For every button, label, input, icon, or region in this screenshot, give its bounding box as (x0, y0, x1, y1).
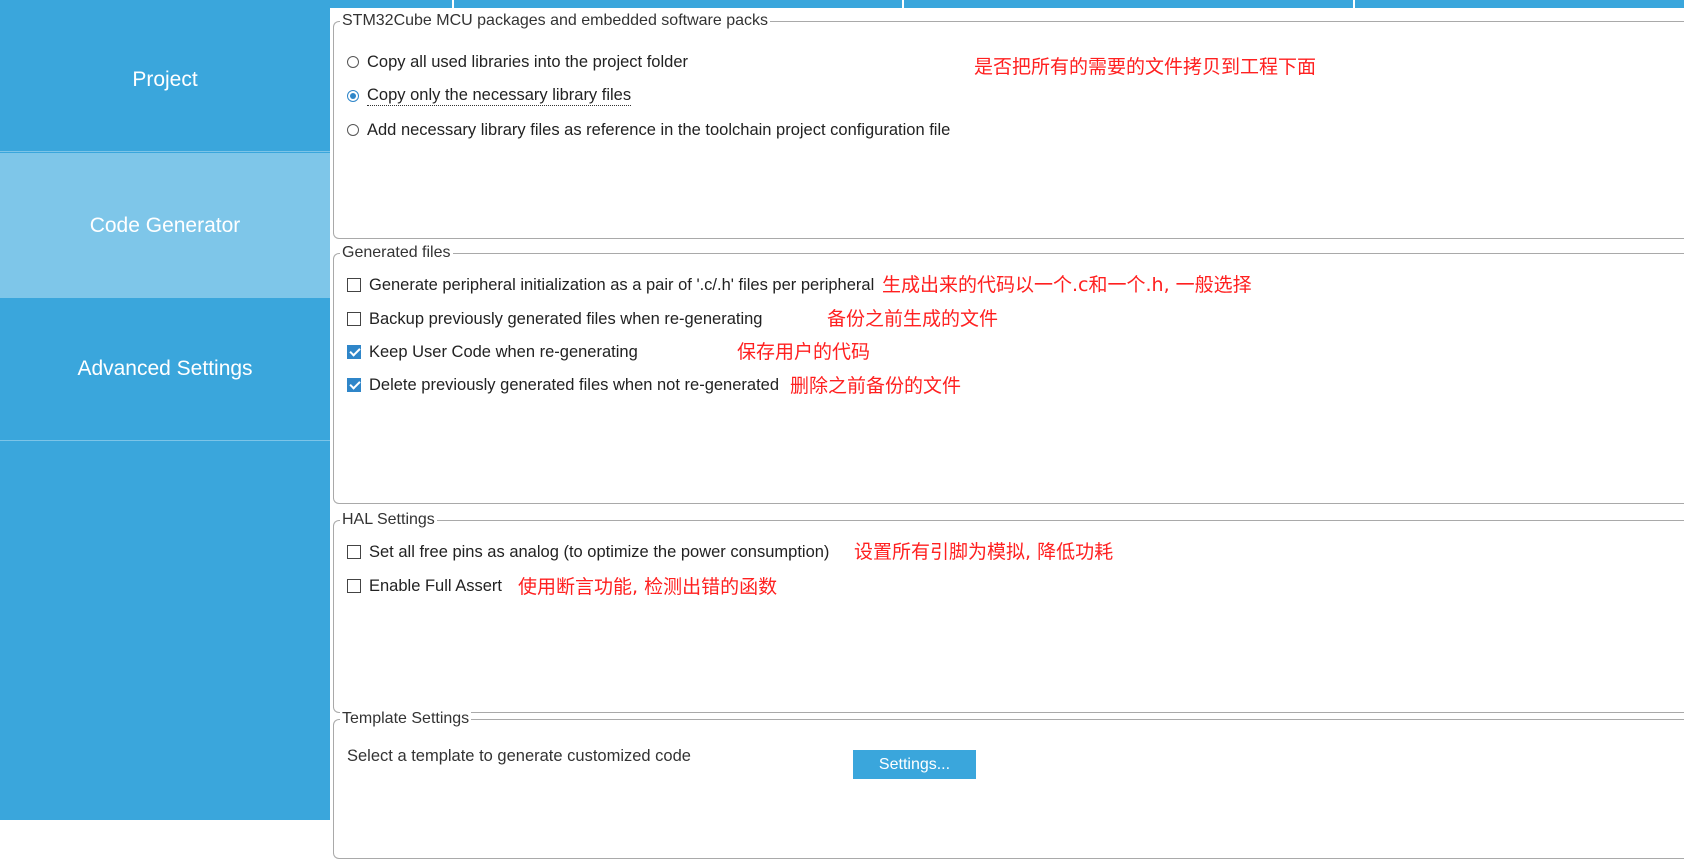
sidebar-item-code-generator[interactable]: Code Generator (0, 153, 330, 298)
template-settings-button[interactable]: Settings... (853, 750, 976, 779)
generated-files-legend: Generated files (340, 243, 453, 263)
radio-button[interactable] (347, 56, 359, 68)
option-label: Delete previously generated files when n… (369, 375, 780, 394)
sidebar-item-advanced-settings[interactable]: Advanced Settings (0, 298, 330, 440)
sidebar-divider (0, 440, 330, 441)
annotation-note: 生成出来的代码以一个.c和一个.h, 一般选择 (882, 274, 1252, 296)
option-label: Copy only the necessary library files (367, 86, 632, 106)
sidebar-divider (0, 151, 330, 152)
annotation-note: 保存用户的代码 (737, 341, 871, 363)
sidebar-item-label: Advanced Settings (77, 357, 253, 380)
backup-files-option[interactable]: Backup previously generated files when r… (347, 308, 763, 330)
annotation-note: 备份之前生成的文件 (827, 308, 999, 330)
checkbox-checked[interactable] (347, 378, 361, 392)
template-settings-group: Template Settings Select a template to g… (333, 709, 1684, 859)
sidebar-item-label: Code Generator (89, 213, 241, 237)
delete-generated-files-option[interactable]: Delete previously generated files when n… (347, 374, 779, 396)
sidebar-item-label: Project (132, 67, 198, 91)
enable-full-assert-option[interactable]: Enable Full Assert (347, 575, 502, 597)
annotation-note: 设置所有引脚为模拟, 降低功耗 (854, 541, 1114, 563)
template-description: Select a template to generate customized… (347, 747, 691, 765)
checkbox-checked[interactable] (347, 345, 361, 359)
add-as-reference-option[interactable]: Add necessary library files as reference… (347, 119, 950, 141)
option-label: Copy all used libraries into the project… (367, 52, 689, 71)
hal-settings-group: HAL Settings Set all free pins as analog… (333, 510, 1684, 713)
copy-necessary-files-option[interactable]: Copy only the necessary library files (347, 85, 632, 107)
generate-pair-files-option[interactable]: Generate peripheral initialization as a … (347, 274, 874, 296)
radio-button[interactable] (347, 124, 359, 136)
option-label: Generate peripheral initialization as a … (369, 275, 875, 294)
checkbox[interactable] (347, 312, 361, 326)
radio-button-selected[interactable] (347, 90, 359, 102)
option-label: Backup previously generated files when r… (369, 309, 763, 328)
keep-user-code-option[interactable]: Keep User Code when re-generating (347, 341, 638, 363)
option-label: Enable Full Assert (369, 576, 502, 595)
checkbox[interactable] (347, 278, 361, 292)
template-settings-legend: Template Settings (340, 709, 472, 729)
packages-legend: STM32Cube MCU packages and embedded soft… (340, 11, 770, 31)
free-pins-analog-option[interactable]: Set all free pins as analog (to optimize… (347, 541, 829, 563)
annotation-note: 是否把所有的需要的文件拷贝到工程下面 (974, 56, 1317, 78)
code-generator-panel: STM32Cube MCU packages and embedded soft… (330, 8, 1684, 859)
option-label: Keep User Code when re-generating (369, 342, 638, 361)
sidebar-item-project[interactable]: Project (0, 8, 330, 151)
packages-group: STM32Cube MCU packages and embedded soft… (333, 11, 1684, 239)
option-label: Add necessary library files as reference… (367, 120, 951, 139)
checkbox[interactable] (347, 579, 361, 593)
copy-all-libraries-option[interactable]: Copy all used libraries into the project… (347, 51, 688, 73)
top-strip-separator (452, 0, 454, 8)
annotation-note: 使用断言功能, 检测出错的函数 (518, 576, 778, 598)
top-strip-separator (902, 0, 904, 8)
option-label: Set all free pins as analog (to optimize… (369, 542, 830, 561)
hal-settings-legend: HAL Settings (340, 510, 437, 530)
sidebar: Project Code Generator Advanced Settings (0, 8, 330, 820)
top-tab-strip (0, 0, 1684, 8)
top-strip-separator (1353, 0, 1355, 8)
checkbox[interactable] (347, 545, 361, 559)
annotation-note: 删除之前备份的文件 (790, 375, 962, 397)
generated-files-group: Generated files Generate peripheral init… (333, 243, 1684, 504)
